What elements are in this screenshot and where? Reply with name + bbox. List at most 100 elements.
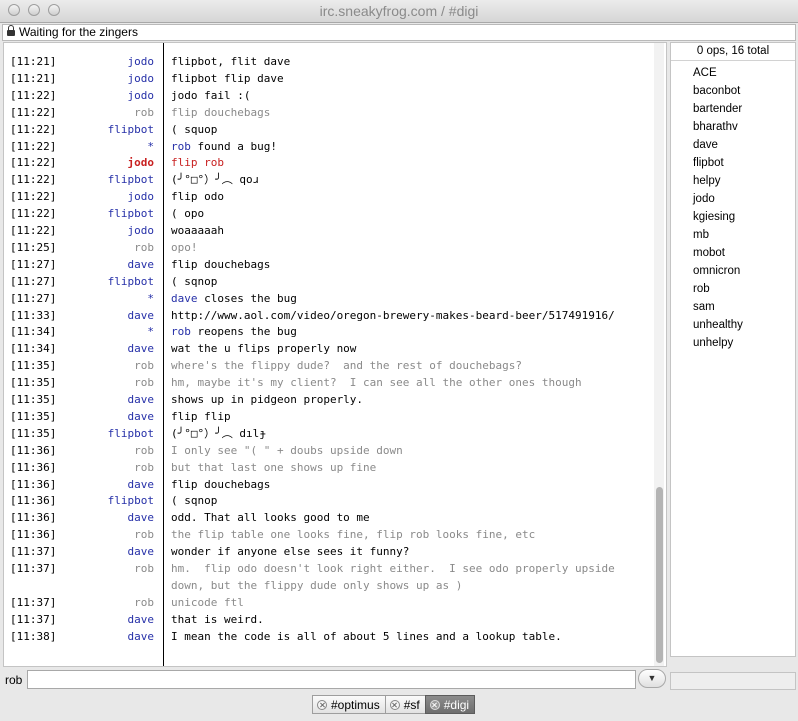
chat-scrollbar[interactable] — [654, 43, 664, 666]
message-nick[interactable]: dave — [54, 340, 155, 357]
message-text: hm. flip odo doesn't look right either. … — [171, 562, 615, 575]
message-nick[interactable]: jodo — [54, 154, 155, 171]
message-nick[interactable]: rob — [54, 357, 154, 374]
message-nick[interactable]: jodo — [54, 53, 155, 70]
user-list-item[interactable]: bharathv — [693, 118, 738, 136]
message-nick[interactable]: dave — [54, 628, 155, 645]
tab-label: #digi — [443, 697, 470, 712]
chat-message: [11:34] * rob reopens the bug — [4, 323, 654, 340]
message-nick[interactable]: rob — [54, 594, 154, 611]
user-list-item[interactable]: dave — [693, 136, 718, 154]
user-list-hscroll[interactable] — [670, 672, 796, 690]
user-count: 0 ops, 16 total — [671, 43, 795, 61]
message-text: where's the flippy dude? and the rest of… — [171, 359, 522, 373]
message-nick[interactable]: dave — [54, 476, 155, 493]
chat-log[interactable]: [11:21] jodo flipbot, flit dave [11:21] jodo… — [3, 42, 667, 667]
message-timestamp: [11:22] — [10, 156, 57, 170]
message-text: flip rob — [171, 156, 224, 170]
user-list-item[interactable]: unhealthy — [693, 316, 743, 334]
message-nick[interactable]: rob — [54, 459, 154, 476]
message-nick[interactable]: rob — [54, 104, 154, 121]
tab-digi[interactable]: #digi — [424, 695, 476, 714]
user-list-item[interactable]: mb — [693, 226, 709, 244]
message-nick[interactable]: rob — [54, 374, 154, 391]
message-nick[interactable]: flipbot — [54, 171, 154, 188]
chat-message: [11:27] * dave closes the bug — [4, 290, 654, 307]
message-nick[interactable]: flipbot — [54, 425, 154, 442]
user-list[interactable]: 0 ops, 16 total ACE baconbot bartender bhar… — [670, 42, 796, 657]
chat-message: [11:22] jodo woaaaaah — [4, 222, 654, 239]
message-nick[interactable]: dave — [54, 509, 155, 526]
message-timestamp: [11:36] — [10, 528, 57, 542]
message-nick[interactable]: dave — [54, 543, 155, 560]
close-tab-icon[interactable] — [317, 699, 327, 710]
chat-message: [11:21] jodo flipbot flip dave — [4, 70, 654, 87]
user-list-item[interactable]: flipbot — [693, 154, 724, 172]
user-list-item[interactable]: bartender — [693, 100, 742, 118]
message-nick[interactable]: flipbot — [54, 205, 154, 222]
chat-message: [11:35] flipbot (╯°□°）╯︵ dılɟ — [4, 425, 654, 442]
message-nick[interactable]: jodo — [54, 70, 155, 87]
user-list-item[interactable]: baconbot — [693, 82, 740, 100]
message-text: ( opo — [171, 207, 205, 221]
action-nick[interactable]: dave — [171, 292, 198, 305]
close-tab-icon[interactable] — [429, 699, 440, 710]
chat-message: [11:36] dave flip douchebags — [4, 476, 654, 493]
message-nick[interactable]: rob — [54, 560, 154, 577]
tab-optimus[interactable]: #optimus — [312, 695, 386, 714]
message-timestamp: [11:37] — [10, 612, 57, 626]
user-list-item[interactable]: rob — [693, 280, 710, 298]
chat-message: [11:37] dave that is weird. — [4, 611, 654, 628]
user-list-item[interactable]: mobot — [693, 244, 725, 262]
message-nick[interactable]: jodo — [54, 188, 155, 205]
chat-scrollbar-thumb[interactable] — [656, 487, 663, 663]
user-list-item[interactable]: jodo — [693, 190, 715, 208]
message-text: rob found a bug! — [171, 139, 277, 153]
message-text: ( sqnop — [171, 494, 218, 508]
user-list-item[interactable]: helpy — [693, 172, 721, 190]
channel-tabs: #optimus #sf #digi — [312, 695, 476, 715]
message-nick[interactable]: flipbot — [54, 121, 154, 138]
message-nick[interactable]: dave — [54, 307, 155, 324]
message-timestamp: [11:36] — [10, 494, 57, 508]
message-timestamp: [11:25] — [10, 240, 57, 254]
history-dropdown-button[interactable]: ▼ — [638, 669, 666, 688]
user-list-item[interactable]: ACE — [693, 64, 717, 82]
user-list-item[interactable]: unhelpy — [693, 334, 733, 352]
message-timestamp: [11:36] — [10, 477, 57, 491]
topic-bar[interactable]: Waiting for the zingers — [2, 24, 796, 41]
user-list-item[interactable]: sam — [693, 298, 715, 316]
message-nick[interactable]: flipbot — [54, 273, 154, 290]
message-nick[interactable]: flipbot — [54, 492, 154, 509]
message-nick[interactable]: * — [54, 290, 154, 307]
message-nick[interactable]: dave — [54, 408, 155, 425]
message-input[interactable] — [27, 670, 636, 689]
message-timestamp: [11:21] — [10, 71, 57, 85]
message-nick[interactable]: dave — [54, 611, 155, 628]
close-tab-icon[interactable] — [389, 699, 400, 710]
action-nick[interactable]: rob — [171, 325, 191, 338]
message-nick[interactable]: * — [54, 323, 154, 340]
chat-message: [11:35] rob hm, maybe it's my client? I ca… — [4, 374, 654, 391]
message-timestamp: [11:22] — [10, 105, 57, 119]
message-nick[interactable]: jodo — [54, 222, 155, 239]
tab-sf[interactable]: #sf — [384, 695, 426, 714]
chat-message: [11:38] dave I mean the code is all of abo… — [4, 628, 654, 645]
message-nick[interactable]: rob — [54, 442, 154, 459]
message-nick[interactable]: dave — [54, 256, 155, 273]
title-bar: irc.sneakyfrog.com / #digi — [0, 0, 798, 23]
chat-message: [11:22] jodo flip rob — [4, 154, 654, 171]
message-nick[interactable]: dave — [54, 391, 155, 408]
user-list-item[interactable]: kgiesing — [693, 208, 735, 226]
action-nick[interactable]: rob — [171, 140, 191, 153]
message-timestamp: [11:36] — [10, 460, 57, 474]
message-text: (╯°□°）╯︵ qoɹ — [171, 173, 260, 187]
message-timestamp: [11:22] — [10, 190, 57, 204]
message-nick[interactable]: rob — [54, 239, 154, 256]
message-timestamp: [11:34] — [10, 325, 57, 339]
message-nick[interactable]: jodo — [54, 87, 155, 104]
message-nick[interactable]: rob — [54, 526, 154, 543]
message-nick[interactable]: * — [54, 138, 154, 155]
user-list-item[interactable]: omnicron — [693, 262, 740, 280]
message-timestamp: [11:35] — [10, 393, 57, 406]
